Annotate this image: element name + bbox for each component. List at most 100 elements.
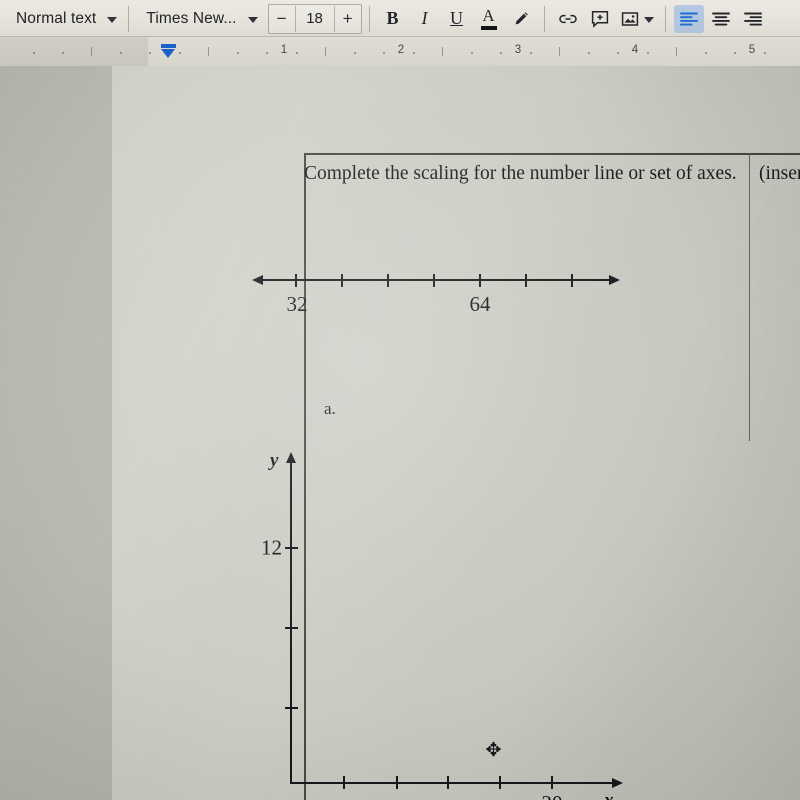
left-indent-marker[interactable]	[161, 44, 176, 58]
figure-number-line[interactable]: 32 64	[252, 264, 620, 326]
ruler-dot	[296, 52, 298, 54]
insert-image-icon	[621, 11, 638, 26]
indent-bar	[161, 44, 176, 48]
ruler-number: 3	[514, 44, 522, 56]
paragraph-style-dropdown[interactable]: Normal text	[8, 5, 121, 33]
y-axis-tick	[285, 707, 298, 710]
document-ruler[interactable]: 1 2 3 4 5	[0, 37, 800, 66]
underline-icon: U	[450, 8, 464, 28]
align-left-button[interactable]	[673, 4, 704, 33]
paragraph-style-label: Normal text	[16, 9, 97, 27]
y-axis-tick	[285, 547, 298, 550]
align-center-icon	[711, 12, 730, 26]
item-label-a: a.	[324, 399, 336, 418]
toolbar-divider	[368, 5, 370, 32]
ruler-tick	[559, 47, 560, 56]
font-size-stepper: − 18 +	[267, 3, 362, 34]
font-size-input[interactable]: 18	[294, 5, 335, 32]
ruler-dot	[413, 52, 415, 54]
table-column-divider	[749, 153, 751, 441]
ruler-dot	[237, 52, 239, 54]
ruler-dot	[354, 52, 356, 54]
highlight-color-button[interactable]	[506, 5, 536, 33]
ruler-dot	[266, 52, 268, 54]
ruler-dot	[500, 52, 502, 54]
text-color-button[interactable]: A	[474, 5, 504, 33]
number-line-label-32: 32	[286, 292, 308, 316]
table-cell-insert-text: (insert image or exp	[759, 163, 800, 184]
document-canvas[interactable]: Complete the scaling for the number line…	[0, 66, 800, 800]
font-family-dropdown[interactable]: Times New...	[136, 5, 261, 33]
chevron-down-icon	[643, 16, 654, 23]
chevron-down-icon	[107, 16, 118, 23]
text-color-letter: A	[482, 6, 495, 25]
ruler-number: 4	[631, 44, 639, 56]
text-color-icon: A	[480, 6, 497, 30]
ruler-left-margin-zone	[0, 37, 148, 66]
ruler-dot	[647, 52, 649, 54]
link-icon	[558, 14, 577, 23]
ruler-tick	[442, 47, 443, 56]
arrow-right-icon	[609, 274, 620, 285]
y-axis-name: y	[270, 450, 279, 471]
document-page[interactable]: Complete the scaling for the number line…	[112, 66, 800, 800]
x-axis-tick	[499, 776, 502, 789]
insert-link-button[interactable]	[553, 5, 583, 33]
toolbar-divider	[664, 5, 666, 32]
number-line-tick	[525, 274, 528, 287]
number-line-tick	[571, 274, 574, 287]
formatting-toolbar: Normal text Times New... − 18 + B I U A	[0, 0, 800, 37]
insert-image-button[interactable]	[617, 5, 657, 33]
move-cursor-icon: ✥	[485, 740, 502, 761]
ruler-dot	[149, 52, 151, 54]
ruler-tick	[208, 47, 209, 56]
number-line-tick	[479, 274, 482, 287]
align-right-button[interactable]	[738, 5, 768, 33]
number-line-label-64: 64	[469, 292, 491, 316]
y-axis-tick	[285, 627, 298, 630]
ruler-number: 5	[748, 44, 756, 56]
font-family-label: Times New...	[146, 9, 237, 27]
italic-button[interactable]: I	[410, 5, 440, 33]
ruler-tick	[91, 47, 92, 56]
increase-font-size-button[interactable]: +	[335, 6, 361, 32]
align-right-icon	[743, 12, 762, 26]
ruler-dot	[120, 52, 122, 54]
x-axis-name: x	[604, 790, 614, 800]
x-axis-tick	[551, 776, 554, 789]
arrow-left-icon	[252, 274, 263, 285]
ruler-number: 1	[280, 44, 288, 56]
y-axis-label-12: 12	[261, 535, 282, 560]
chevron-down-icon	[247, 16, 258, 23]
bold-button[interactable]: B	[378, 5, 408, 33]
add-comment-icon	[591, 10, 608, 28]
number-line-tick	[295, 274, 298, 287]
x-axis-tick	[447, 776, 450, 789]
add-comment-button[interactable]	[585, 5, 615, 33]
ruler-dot	[383, 52, 385, 54]
number-line-tick	[433, 274, 436, 287]
x-axis-label-20: 20	[542, 791, 563, 800]
arrow-up-icon	[285, 452, 296, 463]
align-center-button[interactable]	[706, 5, 736, 33]
number-line-tick	[341, 274, 344, 287]
italic-icon: I	[421, 8, 428, 28]
underline-button[interactable]: U	[442, 5, 472, 33]
ruler-dot	[530, 52, 532, 54]
ruler-tick	[676, 47, 677, 56]
ruler-dot	[179, 52, 181, 54]
decrease-font-size-button[interactable]: −	[269, 6, 295, 32]
figure-coordinate-axes[interactable]: 12 20 x y	[261, 450, 632, 800]
ruler-dot	[617, 52, 619, 54]
toolbar-divider	[128, 5, 130, 32]
ruler-number: 2	[397, 44, 405, 56]
x-axis-line	[290, 782, 612, 785]
ruler-dot	[734, 52, 736, 54]
number-line-axis	[258, 279, 613, 282]
x-axis-tick	[396, 776, 399, 789]
ruler-dot	[471, 52, 473, 54]
ruler-dot	[588, 52, 590, 54]
indent-triangle-icon	[161, 49, 175, 58]
ruler-tick	[325, 47, 326, 56]
number-line-tick	[387, 274, 390, 287]
